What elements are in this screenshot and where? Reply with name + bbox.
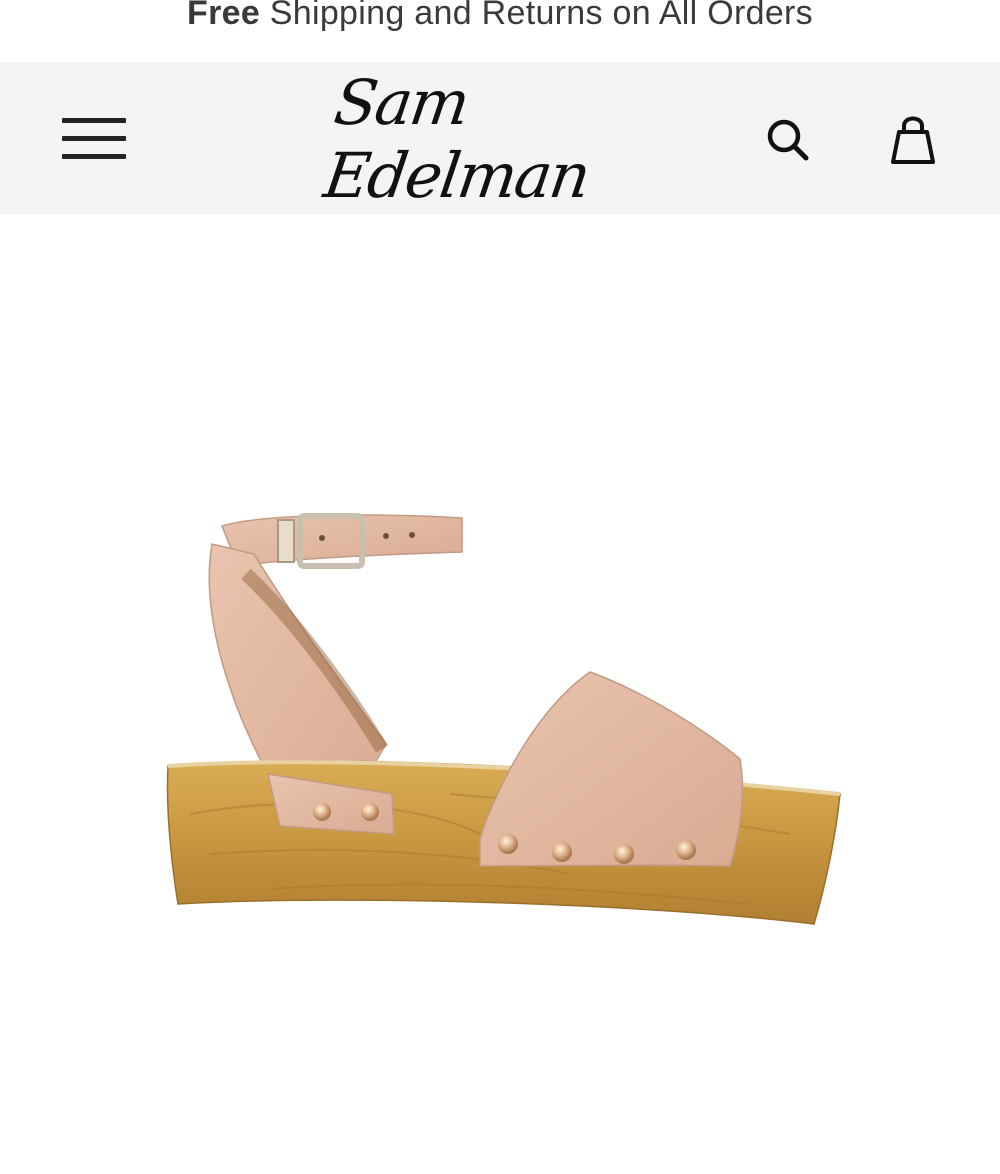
promo-rest: Shipping and Returns on All Orders [260,0,813,32]
hamburger-menu-icon [62,154,126,159]
hamburger-menu-icon [62,136,126,141]
search-icon [767,119,809,161]
site-header: Sam Edelman [0,62,1000,214]
product-image[interactable] [150,494,850,1174]
cart-button[interactable] [880,106,946,172]
search-button[interactable] [760,112,816,168]
promo-bold: Free [187,0,261,32]
promo-text: Free Shipping and Returns on All Orders [187,0,813,33]
shopping-bag-icon [891,116,935,164]
product-gallery [0,214,1000,1000]
brand-logo-text: Sam Edelman [319,66,594,212]
brand-logo[interactable]: Sam Edelman [320,66,670,212]
menu-button[interactable] [56,106,132,170]
hamburger-menu-icon [62,118,126,123]
promo-banner: Free Shipping and Returns on All Orders [0,0,1000,60]
